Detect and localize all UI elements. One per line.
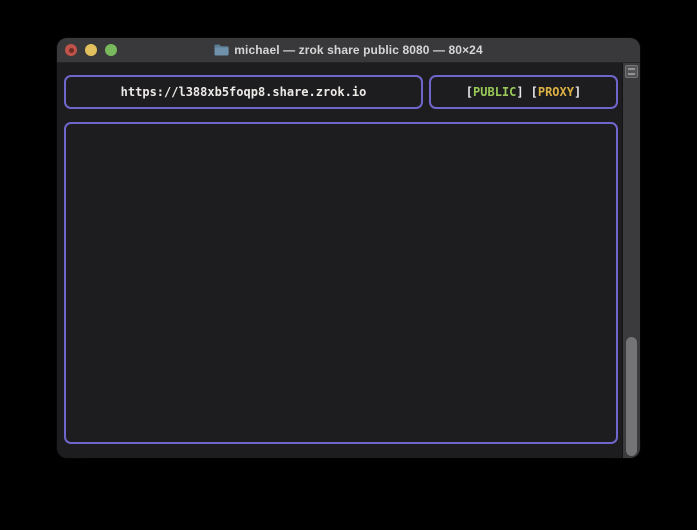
share-mode-panel: [PUBLIC][PROXY] [429,75,618,109]
share-mode-public-label: PUBLIC [473,85,516,99]
split-pane-button[interactable] [625,65,638,78]
window-title: michael — zrok share public 8080 — 80×24 [214,43,482,57]
terminal-content[interactable]: https://l388xb5foqp8.share.zrok.io [PUBL… [57,63,640,458]
folder-icon [214,44,229,56]
backend-mode-proxy-label: PROXY [538,85,574,99]
split-pane-icon-line [628,73,635,75]
share-mode-badges: [PUBLIC][PROXY] [466,85,581,99]
proxy-badge-open-bracket: [ [531,85,538,99]
public-badge-open-bracket: [ [466,85,473,99]
maximize-button[interactable] [105,44,117,56]
share-url-panel: https://l388xb5foqp8.share.zrok.io [64,75,423,109]
window-title-text: michael — zrok share public 8080 — 80×24 [234,43,482,57]
window-controls [65,38,117,62]
scrollbar-track[interactable] [622,63,640,458]
request-log-panel [64,122,618,444]
terminal-window: michael — zrok share public 8080 — 80×24… [57,38,640,458]
zrok-tui: https://l388xb5foqp8.share.zrok.io [PUBL… [57,63,622,458]
minimize-button[interactable] [85,44,97,56]
split-pane-icon-line [628,68,635,70]
proxy-badge-close-bracket: ] [574,85,581,99]
public-badge-close-bracket: ] [516,85,523,99]
titlebar[interactable]: michael — zrok share public 8080 — 80×24 [57,38,640,63]
close-button[interactable] [65,44,77,56]
share-url-text: https://l388xb5foqp8.share.zrok.io [121,85,367,99]
scrollbar-thumb[interactable] [626,337,637,456]
